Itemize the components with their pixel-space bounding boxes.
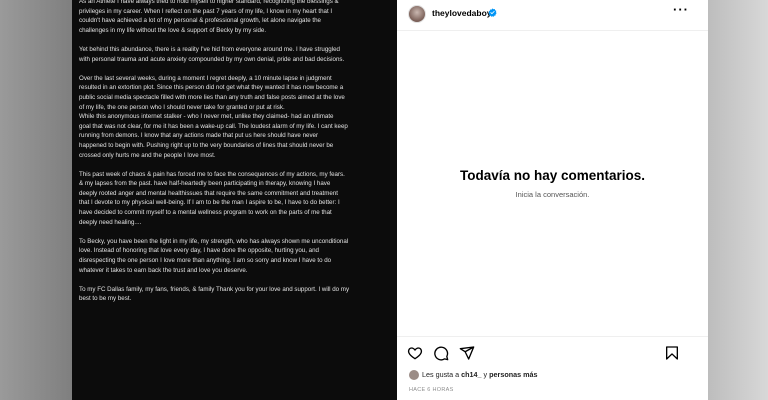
post-letter-text: As an Athlete I have always tried to hol…: [79, 0, 350, 303]
more-options-icon[interactable]: ···: [673, 3, 689, 16]
avatar[interactable]: [408, 5, 426, 23]
likes-prefix: Les gusta a: [422, 370, 462, 379]
bookmark-icon[interactable]: [664, 345, 680, 361]
send-icon[interactable]: [459, 345, 475, 361]
heart-icon[interactable]: [407, 345, 423, 361]
action-bar: [397, 336, 708, 367]
post-timestamp: HACE 6 HORAS: [409, 387, 454, 393]
empty-comments-subtitle: Inicia la conversación.: [515, 190, 590, 199]
liker-avatar: [409, 370, 419, 381]
left-backdrop: [0, 0, 72, 400]
liker-username[interactable]: ch14_: [461, 370, 481, 379]
verified-badge-icon: [488, 8, 497, 17]
post-image: As an Athlete I have always tried to hol…: [72, 0, 397, 400]
likes-others[interactable]: personas más: [489, 370, 537, 379]
comments-panel: theylovedaboy ··· Todavía no hay comenta…: [397, 0, 708, 400]
likes-summary[interactable]: Les gusta a ch14_ y personas más: [409, 370, 538, 381]
username-link[interactable]: theylovedaboy: [432, 8, 492, 18]
comment-icon[interactable]: [433, 345, 449, 361]
empty-comments-title: Todavía no hay comentarios.: [459, 168, 646, 183]
post-header: theylovedaboy ···: [397, 0, 708, 31]
right-backdrop: [708, 0, 768, 400]
